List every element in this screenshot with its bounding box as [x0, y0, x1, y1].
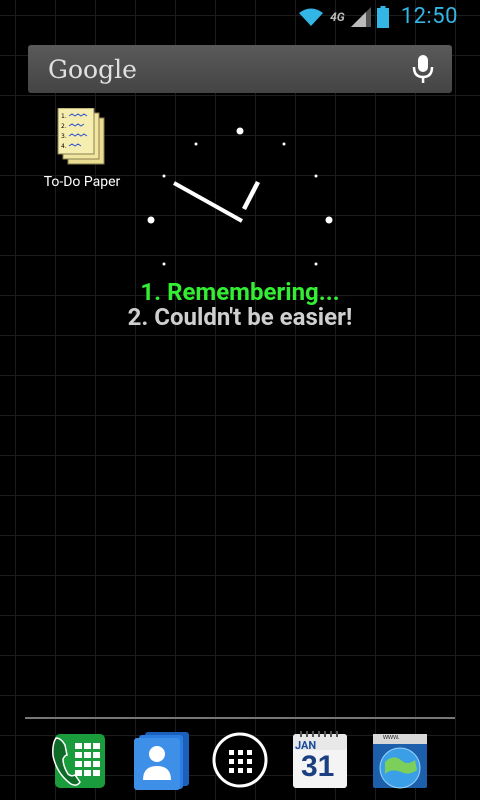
clock-marker-12	[236, 127, 244, 135]
clock-marker-8	[162, 262, 166, 266]
clock-marker-2	[314, 174, 318, 178]
widget-line-1[interactable]: 1. Remembering...	[0, 278, 480, 306]
browser-address: www.	[383, 734, 400, 741]
dock-calendar-button[interactable]: JAN 31	[291, 730, 349, 788]
search-bar[interactable]: Google	[28, 45, 452, 93]
app-label: To-Do Paper	[43, 174, 121, 190]
dock-app-drawer-button[interactable]	[211, 730, 269, 788]
battery-icon	[376, 5, 389, 28]
signal-icon	[350, 6, 371, 27]
clock-marker-3	[325, 216, 333, 224]
dock-phone-button[interactable]	[51, 730, 109, 788]
search-label: Google	[48, 54, 137, 84]
analog-clock-widget[interactable]	[145, 125, 345, 279]
wifi-icon	[298, 7, 324, 27]
notepad-icon: 1. 2. 3. 4.	[38, 107, 126, 170]
clock-hour-hand	[242, 180, 260, 211]
clock-minute-hand	[173, 181, 243, 223]
svg-text:3.: 3.	[61, 133, 67, 140]
status-bar: 4G 12:50	[0, 0, 480, 33]
dock-contacts-button[interactable]	[133, 730, 191, 790]
svg-text:2.: 2.	[61, 123, 67, 130]
svg-text:4.: 4.	[61, 143, 67, 150]
app-icon-todo-paper[interactable]: 1. 2. 3. 4. To-Do Paper	[38, 107, 126, 190]
contacts-icon	[133, 732, 191, 794]
dock: JAN 31 www.	[0, 730, 480, 792]
widget-line-2[interactable]: 2. Couldn't be easier!	[0, 303, 480, 331]
svg-text:1.: 1.	[61, 113, 67, 120]
app-drawer-icon	[211, 732, 269, 794]
browser-icon: www.	[371, 730, 429, 790]
clock-marker-1	[282, 142, 286, 146]
phone-icon	[51, 734, 109, 794]
calendar-icon: JAN 31	[291, 730, 349, 790]
dock-browser-button[interactable]: www.	[371, 730, 429, 790]
network-type-label: 4G	[330, 9, 345, 24]
calendar-day: 31	[301, 750, 335, 783]
clock-marker-9	[147, 216, 155, 224]
dock-divider	[25, 717, 455, 719]
clock-marker-11	[194, 142, 198, 146]
microphone-icon[interactable]	[412, 55, 434, 87]
clock-marker-4	[314, 262, 318, 266]
clock-time: 12:50	[400, 4, 458, 29]
clock-marker-10	[162, 174, 166, 178]
